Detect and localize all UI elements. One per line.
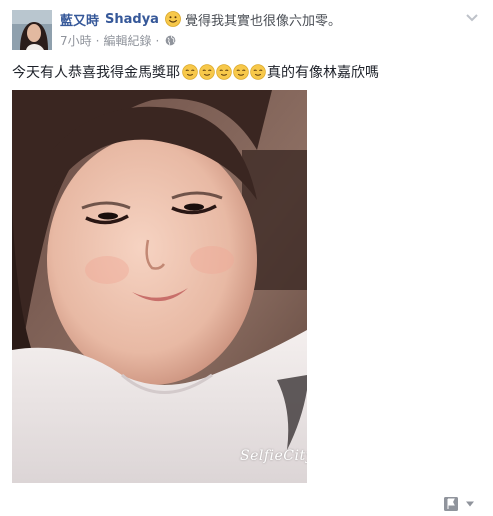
- edit-history-link[interactable]: 編輯紀錄: [103, 32, 151, 49]
- message-text-end: 真的有像林嘉欣嗎: [267, 65, 379, 81]
- message-text-start: 今天有人恭喜我得金馬獎耶: [12, 65, 180, 81]
- selfie-image: [12, 90, 307, 483]
- post-message: 今天有人恭喜我得金馬獎耶 真的有像林嘉欣嗎: [12, 62, 379, 82]
- relieved-face-icon: [249, 64, 266, 80]
- relieved-face-icon: [232, 64, 249, 80]
- globe-icon[interactable]: [165, 35, 176, 46]
- post-photo[interactable]: SelfieCity!: [12, 90, 307, 483]
- caret-down-icon[interactable]: [465, 500, 475, 508]
- relieved-face-icon: [198, 64, 215, 80]
- post-meta: 7小時 · 編輯紀錄 ·: [60, 32, 176, 49]
- photo-watermark: SelfieCity!: [240, 448, 307, 464]
- author-avatar[interactable]: [12, 10, 52, 50]
- feeling-text: 覺得我其實也很像六加零。: [184, 13, 341, 29]
- chevron-down-icon[interactable]: [465, 12, 479, 22]
- feed-post: 藍又時 Shadya 覺得我其實也很像六加零。 7小時 · 編輯紀錄 · 今天有…: [0, 0, 493, 516]
- avatar-image: [12, 10, 52, 50]
- emoji-group: [181, 64, 266, 80]
- relieved-face-icon: [181, 64, 198, 80]
- feeling-subject[interactable]: Shadya: [105, 12, 159, 27]
- author-name[interactable]: 藍又時: [60, 10, 99, 29]
- meta-separator-2: ·: [155, 33, 160, 48]
- page-icon[interactable]: [443, 496, 459, 512]
- post-header: 藍又時 Shadya 覺得我其實也很像六加零。: [60, 10, 341, 29]
- post-footer-actions: [443, 496, 475, 512]
- smiley-face-icon: [165, 11, 181, 27]
- relieved-face-icon: [215, 64, 232, 80]
- post-timestamp[interactable]: 7小時: [60, 32, 92, 49]
- meta-separator: ·: [95, 33, 100, 48]
